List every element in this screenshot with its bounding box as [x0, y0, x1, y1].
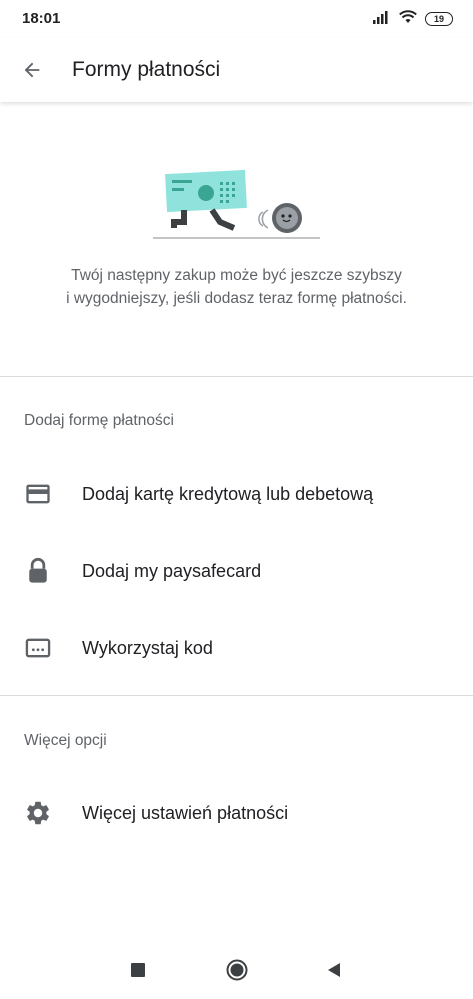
add-paysafecard-item[interactable]: Dodaj my paysafecard — [0, 539, 473, 603]
status-bar: 18:01 19 — [0, 0, 473, 38]
payment-methods-screen: 18:01 19 Formy płatności Twój następny z… — [0, 0, 473, 999]
home-circle-icon[interactable] — [225, 958, 249, 982]
more-payment-settings-item[interactable]: Więcej ustawień płatności — [0, 781, 473, 845]
add-paysafecard-label: Dodaj my paysafecard — [82, 560, 262, 581]
status-icons: 19 — [373, 9, 453, 29]
redeem-code-label: Wykorzystaj kod — [82, 637, 213, 658]
back-triangle-icon[interactable] — [322, 958, 346, 982]
hero-description: Twój następny zakup może być jeszcze szy… — [20, 264, 453, 310]
recents-square-icon[interactable] — [126, 958, 150, 982]
add-card-label: Dodaj kartę kredytową lub debetową — [82, 483, 374, 504]
gear-icon — [24, 799, 52, 827]
signal-icon — [373, 10, 391, 29]
battery-icon: 19 — [425, 12, 453, 26]
divider — [0, 376, 473, 377]
running-banknote-illustration — [150, 168, 322, 242]
add-card-item[interactable]: Dodaj kartę kredytową lub debetową — [0, 462, 473, 526]
redeem-code-item[interactable]: Wykorzystaj kod — [0, 616, 473, 680]
section-header-more-options: Więcej opcji — [24, 732, 107, 749]
back-button[interactable] — [14, 52, 50, 88]
hero-text-line-1: Twój następny zakup może być jeszcze szy… — [71, 267, 402, 284]
redeem-code-icon — [24, 634, 52, 662]
credit-card-icon — [24, 480, 52, 508]
wifi-icon — [399, 9, 417, 29]
page-title: Formy płatności — [72, 58, 221, 81]
hero-text-line-2: i wygodniejszy, jeśli dodasz teraz formę… — [66, 290, 407, 307]
arrow-back-icon — [24, 62, 40, 78]
status-time: 18:01 — [22, 10, 61, 27]
lock-icon — [24, 557, 52, 585]
app-bar: Formy płatności — [0, 38, 473, 102]
system-navigation-bar — [0, 940, 473, 999]
more-payment-settings-label: Więcej ustawień płatności — [82, 802, 289, 823]
divider — [0, 695, 473, 696]
section-header-add-payment: Dodaj formę płatności — [24, 412, 174, 429]
